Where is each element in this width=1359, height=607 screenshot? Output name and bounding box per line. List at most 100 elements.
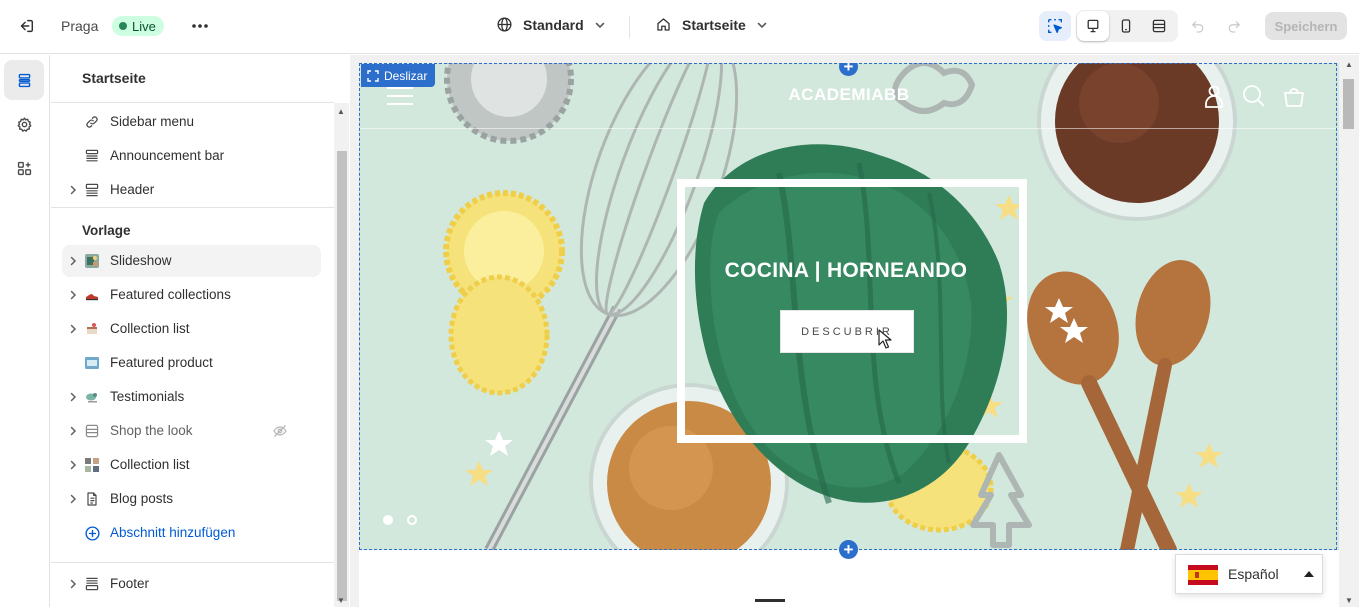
redo-icon bbox=[1228, 21, 1241, 33]
apps-icon bbox=[17, 161, 31, 175]
sidebar-item-shop-the-look[interactable]: Shop the look bbox=[62, 415, 321, 447]
chevron-right-icon[interactable] bbox=[67, 391, 79, 403]
theme-select[interactable]: Standard bbox=[496, 16, 606, 33]
sidebar-scrollbar-thumb[interactable] bbox=[337, 151, 347, 601]
sidebar-item-label: Header bbox=[110, 182, 155, 197]
add-section-below-button[interactable]: + bbox=[839, 540, 858, 559]
hero-discover-button[interactable]: DESCUBRIR bbox=[780, 310, 914, 353]
storefront-canvas: ACADEMIABB COCINA | HORNEANDO DESCUBRIR … bbox=[359, 63, 1339, 607]
slide-dot-2[interactable] bbox=[407, 515, 417, 525]
save-button[interactable]: Speichern bbox=[1265, 12, 1347, 40]
exit-button[interactable] bbox=[12, 12, 40, 40]
sidebar-item-collection-list-2[interactable]: Collection list bbox=[62, 449, 321, 481]
undo-button[interactable] bbox=[1186, 14, 1210, 38]
sidebar-item-blog-posts[interactable]: Blog posts bbox=[62, 483, 321, 515]
sidebar-item-footer[interactable]: Footer bbox=[62, 568, 321, 600]
gear-icon bbox=[17, 116, 31, 132]
sidebar-item-header[interactable]: Header bbox=[62, 174, 321, 206]
sidebar-item-label: Sidebar menu bbox=[110, 114, 195, 129]
collection-thumb-icon bbox=[83, 456, 101, 474]
inspector-toggle-button[interactable] bbox=[1039, 11, 1071, 41]
selected-section-tag[interactable]: Deslizar bbox=[361, 64, 436, 87]
more-actions-button[interactable] bbox=[188, 12, 212, 40]
sidebar-item-collection-list[interactable]: Collection list bbox=[62, 313, 321, 345]
chevron-right-icon[interactable] bbox=[67, 459, 79, 471]
scroll-up-arrow-icon[interactable]: ▲ bbox=[1345, 60, 1353, 69]
eye-off-icon[interactable] bbox=[272, 423, 288, 442]
sidebar-item-label: Blog posts bbox=[110, 491, 174, 506]
desktop-view-button[interactable] bbox=[1077, 11, 1109, 41]
preview-scrollbar-thumb[interactable] bbox=[1343, 79, 1354, 129]
sidebar-item-label: Collection list bbox=[110, 457, 190, 472]
scroll-down-arrow-icon[interactable]: ▼ bbox=[337, 596, 345, 605]
viewport-toggle-group bbox=[1076, 10, 1178, 42]
account-icon[interactable] bbox=[1201, 83, 1227, 109]
more-horizontal-icon bbox=[192, 24, 208, 28]
editor-topbar: Praga Live Standard Startseite Speichern bbox=[0, 0, 1359, 54]
add-section-button[interactable]: Abschnitt hinzufügen bbox=[62, 517, 321, 549]
sidebar-group-title: Vorlage bbox=[82, 223, 131, 238]
sidebar-item-sidebar-menu[interactable]: Sidebar menu bbox=[62, 106, 321, 138]
sidebar-item-featured-product[interactable]: Featured product bbox=[62, 347, 321, 379]
cart-icon[interactable] bbox=[1281, 83, 1307, 109]
chevron-down-icon bbox=[757, 22, 767, 28]
next-section-heading-fragment bbox=[755, 599, 785, 602]
hero-heading: COCINA | HORNEANDO bbox=[724, 259, 968, 282]
sections-icon bbox=[18, 73, 30, 87]
chevron-right-icon[interactable] bbox=[67, 323, 79, 335]
redo-button[interactable] bbox=[1222, 14, 1246, 38]
mobile-view-button[interactable] bbox=[1110, 11, 1142, 41]
fullscreen-view-button[interactable] bbox=[1143, 11, 1175, 41]
sidebar-title: Startseite bbox=[82, 70, 146, 86]
sidebar-item-label: Collection list bbox=[110, 321, 190, 336]
language-select-label: Español bbox=[1228, 566, 1279, 582]
select-frame-icon bbox=[367, 69, 379, 82]
scroll-up-arrow-icon[interactable]: ▲ bbox=[337, 107, 345, 116]
page-select-label: Startseite bbox=[682, 16, 746, 33]
language-select[interactable]: Español bbox=[1175, 554, 1323, 594]
sidebar-item-label: Featured product bbox=[110, 355, 213, 370]
chevron-down-icon bbox=[595, 22, 604, 28]
sidebar-item-label: Slideshow bbox=[110, 253, 172, 268]
sidebar-item-slideshow[interactable]: Slideshow bbox=[62, 245, 321, 277]
chevron-right-icon[interactable] bbox=[67, 578, 79, 590]
chevron-right-icon[interactable] bbox=[67, 493, 79, 505]
exit-icon bbox=[20, 19, 34, 33]
chevron-right-icon[interactable] bbox=[67, 425, 79, 437]
topbar-divider bbox=[629, 16, 630, 38]
cake-thumb-icon bbox=[83, 320, 101, 338]
sidebar-item-announcement-bar[interactable]: Announcement bar bbox=[62, 140, 321, 172]
preview-scrollbar[interactable]: ▲ ▼ bbox=[1339, 55, 1359, 607]
chevron-right-icon[interactable] bbox=[67, 289, 79, 301]
slideshow-section[interactable]: ACADEMIABB COCINA | HORNEANDO DESCUBRIR bbox=[359, 63, 1339, 550]
header-layout-icon bbox=[83, 181, 101, 199]
apps-rail-button[interactable] bbox=[4, 148, 44, 188]
undo-icon bbox=[1191, 21, 1204, 33]
globe-icon bbox=[497, 17, 512, 32]
page-select[interactable]: Startseite bbox=[655, 16, 768, 33]
selected-section-label: Deslizar bbox=[384, 68, 428, 83]
home-icon bbox=[657, 18, 670, 31]
sidebar-scrollbar[interactable]: ▲ ▼ bbox=[334, 103, 349, 607]
search-icon[interactable] bbox=[1241, 83, 1267, 109]
sidebar-divider bbox=[51, 102, 334, 103]
sidebar-item-label: Footer bbox=[110, 576, 150, 591]
footer-layout-icon bbox=[83, 575, 101, 593]
store-name[interactable]: Praga bbox=[61, 18, 98, 34]
chevron-right-icon[interactable] bbox=[67, 255, 79, 267]
chevron-right-icon[interactable] bbox=[67, 184, 79, 196]
sidebar-item-testimonials[interactable]: Testimonials bbox=[62, 381, 321, 413]
announcement-icon bbox=[83, 147, 101, 165]
scroll-down-arrow-icon[interactable]: ▼ bbox=[1345, 596, 1353, 605]
sidebar-item-featured-collections[interactable]: Featured collections bbox=[62, 279, 321, 311]
sections-rail-button[interactable] bbox=[4, 60, 44, 100]
blog-icon bbox=[83, 490, 101, 508]
link-icon bbox=[83, 113, 101, 131]
caret-up-icon bbox=[1304, 571, 1314, 577]
live-dot-icon bbox=[119, 22, 127, 30]
add-section-label: Abschnitt hinzufügen bbox=[110, 525, 236, 540]
plus-icon: + bbox=[843, 540, 854, 559]
slide-dot-1[interactable] bbox=[383, 515, 393, 525]
theme-settings-rail-button[interactable] bbox=[4, 104, 44, 144]
store-logo[interactable]: ACADEMIABB bbox=[359, 85, 1339, 105]
